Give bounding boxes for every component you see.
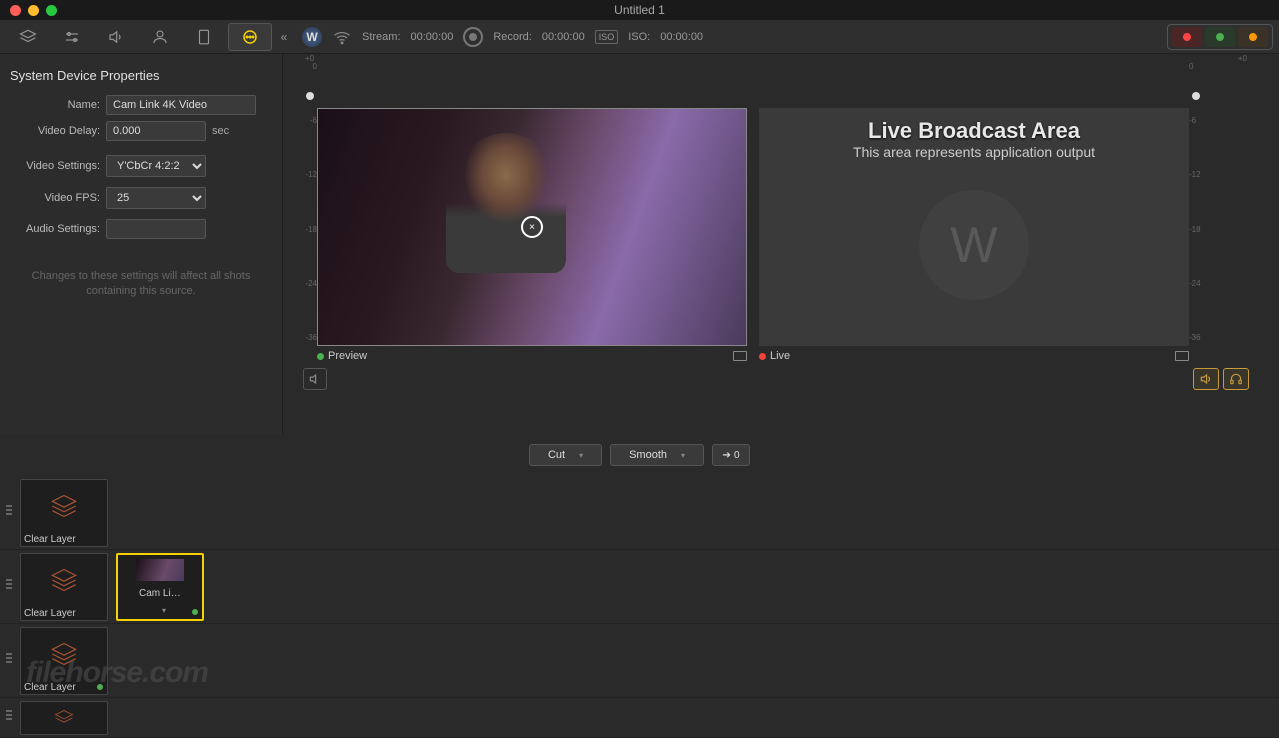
record-label: Record: <box>493 31 532 43</box>
headphones-button[interactable] <box>1223 368 1249 390</box>
layers-tool-icon[interactable] <box>6 20 50 54</box>
close-window-button[interactable] <box>10 5 21 16</box>
live-monitor-icon[interactable] <box>1175 351 1189 361</box>
live-subtitle: This area represents application output <box>853 144 1095 160</box>
preview-canvas[interactable]: × <box>317 108 747 346</box>
iso-timecode: 00:00:00 <box>660 31 703 43</box>
live-dot-icon <box>759 353 766 360</box>
titlebar: Untitled 1 <box>0 0 1279 20</box>
collapse-panel-icon[interactable]: « <box>274 23 294 51</box>
delay-unit: sec <box>212 125 229 137</box>
status-green[interactable] <box>1205 27 1235 47</box>
fps-select[interactable]: 25 <box>106 187 206 209</box>
panel-title: System Device Properties <box>10 68 272 83</box>
zoom-window-button[interactable] <box>46 5 57 16</box>
watermark-text: filehorse.com <box>26 656 208 690</box>
iso-label-text: ISO: <box>628 31 650 43</box>
delay-input[interactable] <box>106 121 206 141</box>
panel-note: Changes to these settings will affect al… <box>10 269 272 300</box>
mute-button[interactable] <box>303 368 327 390</box>
status-red[interactable] <box>1172 27 1202 47</box>
left-audio-meter[interactable]: 0-6-12-18-24-36 <box>303 62 317 342</box>
drag-handle-icon[interactable] <box>6 710 12 726</box>
speaker-icon[interactable] <box>94 20 138 54</box>
preview-area: +0 +0 0-6-12-18-24-36 × Live Broadcast A… <box>283 54 1279 434</box>
transition-style-select[interactable]: Smooth <box>610 444 704 466</box>
clear-layer-shot[interactable]: Clear Layer <box>20 553 108 621</box>
live-canvas: Live Broadcast Area This area represents… <box>759 108 1189 346</box>
meter-tr: +0 <box>1238 54 1247 62</box>
shot-thumbnail <box>136 559 184 581</box>
live-label: Live <box>770 350 790 362</box>
fps-label: Video FPS: <box>10 192 100 204</box>
layer-row[interactable]: Clear Layer Cam Link 4K Vide <box>0 550 1279 624</box>
status-orange[interactable] <box>1238 27 1268 47</box>
status-indicators <box>1167 24 1273 50</box>
live-indicator-icon <box>192 609 198 615</box>
aset-input[interactable] <box>106 219 206 239</box>
wifi-icon[interactable] <box>332 27 352 47</box>
toolbar: « W Stream: 00:00:00 Record: 00:00:00 IS… <box>0 20 1279 54</box>
meter-tl: +0 <box>305 54 314 62</box>
app-watermark-icon: W <box>919 190 1029 300</box>
app-logo-icon[interactable]: W <box>302 27 322 47</box>
properties-icon[interactable] <box>228 23 272 51</box>
source-shot-selected[interactable]: Cam Link 4K Vide <box>116 553 204 621</box>
aset-label: Audio Settings: <box>10 223 100 235</box>
preview-video: × <box>318 109 746 345</box>
clear-layer-shot[interactable] <box>20 701 108 735</box>
name-input[interactable] <box>106 95 256 115</box>
sliders-icon[interactable] <box>50 20 94 54</box>
iso-button[interactable]: ISO <box>595 30 619 44</box>
drag-handle-icon[interactable] <box>6 579 12 595</box>
transition-bar: Cut Smooth ➔0 <box>0 434 1279 476</box>
center-point-icon[interactable]: × <box>521 216 543 238</box>
preview-dot-icon <box>317 353 324 360</box>
right-audio-meter[interactable]: 0-6-12-18-24-36 <box>1189 62 1203 342</box>
layer-row[interactable]: Clear Layer <box>0 476 1279 550</box>
live-title: Live Broadcast Area <box>868 118 1080 144</box>
delay-label: Video Delay: <box>10 125 100 137</box>
drag-handle-icon[interactable] <box>6 653 12 669</box>
stream-label: Stream: <box>362 31 401 43</box>
preview-label: Preview <box>328 350 367 362</box>
minimize-window-button[interactable] <box>28 5 39 16</box>
document-icon[interactable] <box>182 20 226 54</box>
record-button-icon[interactable] <box>463 27 483 47</box>
go-button[interactable]: ➔0 <box>712 444 750 466</box>
window-title: Untitled 1 <box>614 3 665 17</box>
speaker-output-button[interactable] <box>1193 368 1219 390</box>
stream-timecode: 00:00:00 <box>411 31 454 43</box>
transition-type-select[interactable]: Cut <box>529 444 602 466</box>
vset-select[interactable]: Y'CbCr 4:2:2 - yu... <box>106 155 206 177</box>
layers-panel: Clear Layer Clear Layer Cam Link 4K Vide… <box>0 476 1279 738</box>
person-icon[interactable] <box>138 20 182 54</box>
name-label: Name: <box>10 99 100 111</box>
vset-label: Video Settings: <box>10 160 100 172</box>
clear-layer-shot[interactable]: Clear Layer <box>20 479 108 547</box>
record-timecode: 00:00:00 <box>542 31 585 43</box>
properties-panel: System Device Properties Name: Video Del… <box>0 54 283 434</box>
preview-monitor-icon[interactable] <box>733 351 747 361</box>
layer-row[interactable] <box>0 698 1279 738</box>
drag-handle-icon[interactable] <box>6 505 12 521</box>
